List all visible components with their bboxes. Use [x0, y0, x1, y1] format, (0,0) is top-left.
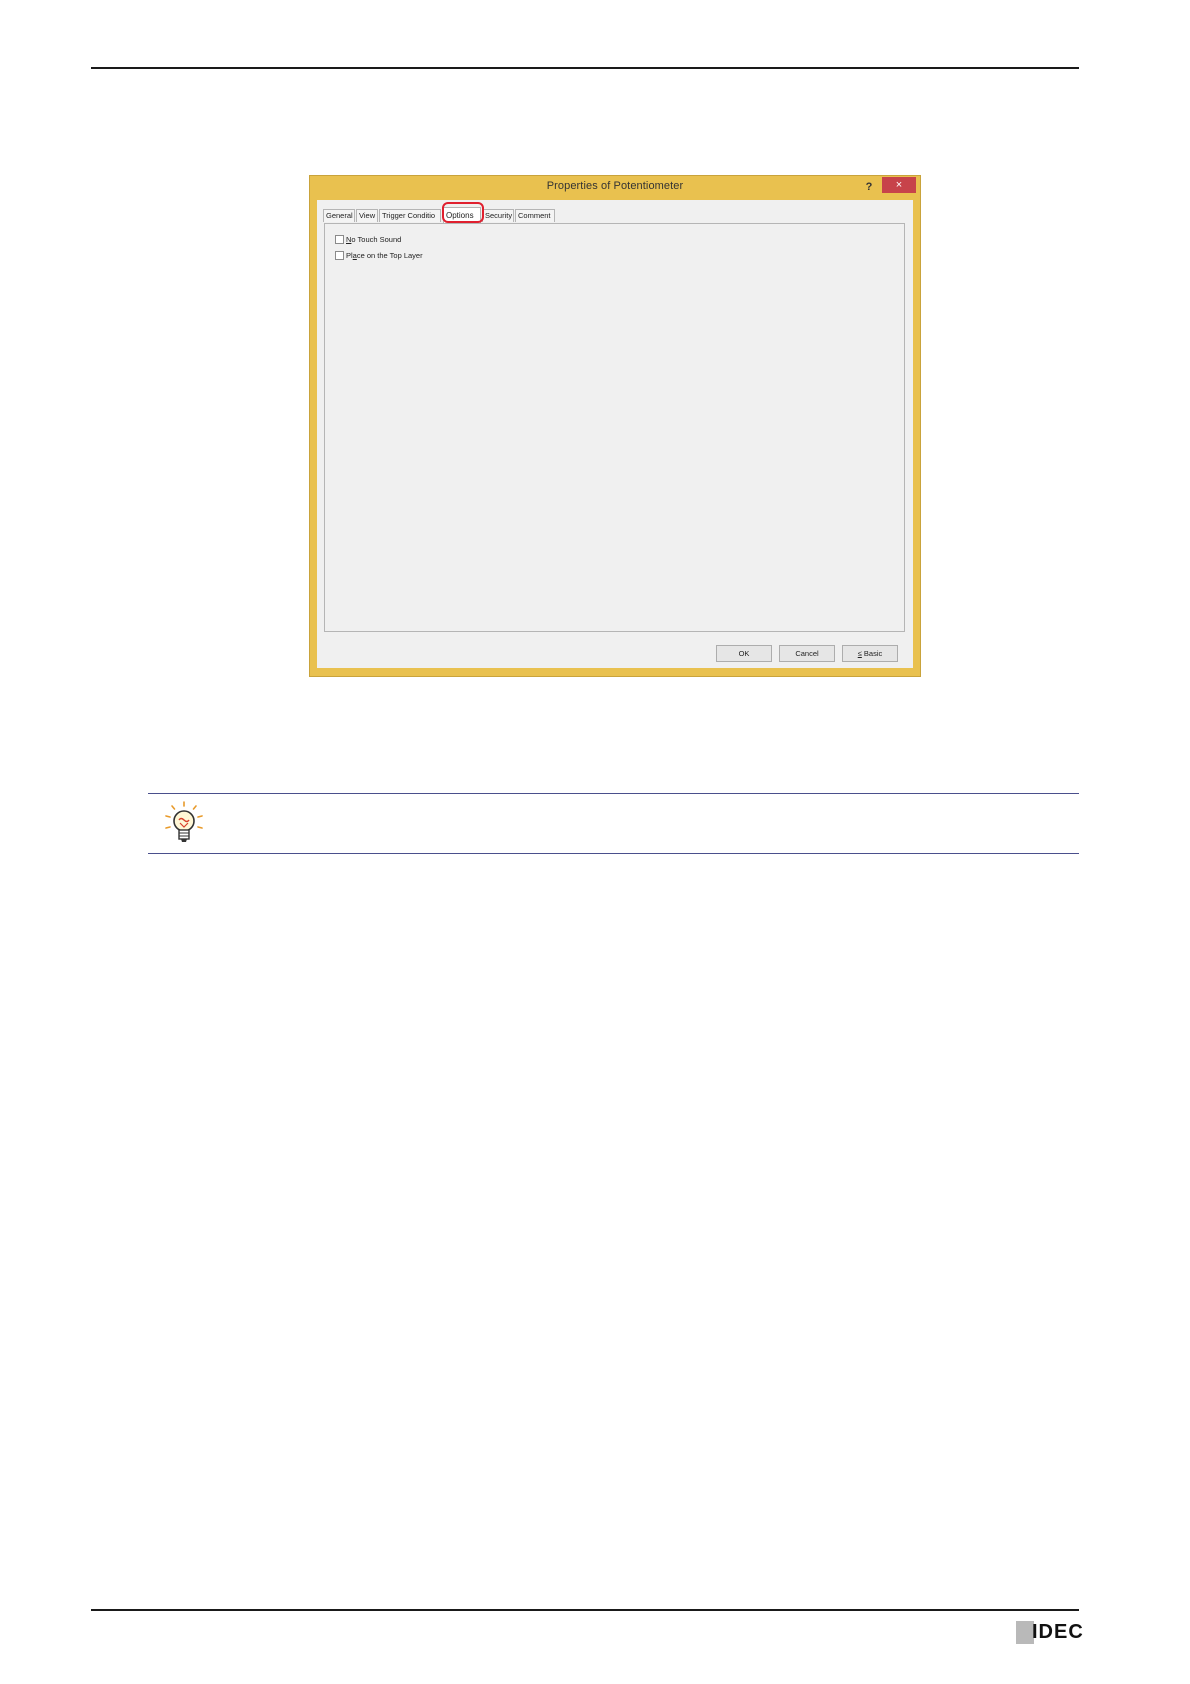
lightbulb-icon — [165, 801, 203, 842]
basic-button[interactable]: ≤ Basic — [842, 645, 898, 662]
tab-security[interactable]: Security — [482, 209, 514, 222]
help-button[interactable]: ? — [860, 179, 878, 195]
option-no-touch-sound[interactable]: No Touch Sound — [335, 233, 401, 245]
tab-comment[interactable]: Comment — [515, 209, 555, 222]
close-button[interactable]: × — [882, 177, 916, 193]
tab-trigger-condition[interactable]: Trigger Conditio — [379, 209, 441, 222]
hint-box — [148, 793, 1079, 854]
idec-logo: IDEC — [1016, 1620, 1086, 1644]
place-on-top-layer-label: Place on the Top Layer — [346, 250, 423, 260]
place-on-top-layer-checkbox[interactable] — [335, 250, 344, 260]
option-place-on-top-layer[interactable]: Place on the Top Layer — [335, 249, 423, 261]
tab-strip: General View Trigger Conditio Options Se… — [323, 202, 903, 223]
footer-rule — [91, 1609, 1079, 1611]
tab-view[interactable]: View — [356, 209, 378, 222]
tab-highlight-outline — [442, 202, 484, 223]
dialog-client: General View Trigger Conditio Options Se… — [317, 200, 913, 668]
dialog-titlebar: Properties of Potentiometer ? × — [310, 176, 920, 200]
properties-dialog: Properties of Potentiometer ? × General … — [309, 175, 921, 677]
logo-text: IDEC — [1032, 1621, 1084, 1643]
cancel-button[interactable]: Cancel — [779, 645, 835, 662]
header-rule — [91, 67, 1079, 69]
no-touch-sound-checkbox[interactable] — [335, 234, 344, 244]
tab-general[interactable]: General — [323, 209, 355, 222]
ok-button[interactable]: OK — [716, 645, 772, 662]
no-touch-sound-label: No Touch Sound — [346, 234, 402, 244]
dialog-title: Properties of Potentiometer — [546, 180, 684, 192]
options-panel: No Touch Sound Place on the Top Layer — [324, 223, 905, 632]
